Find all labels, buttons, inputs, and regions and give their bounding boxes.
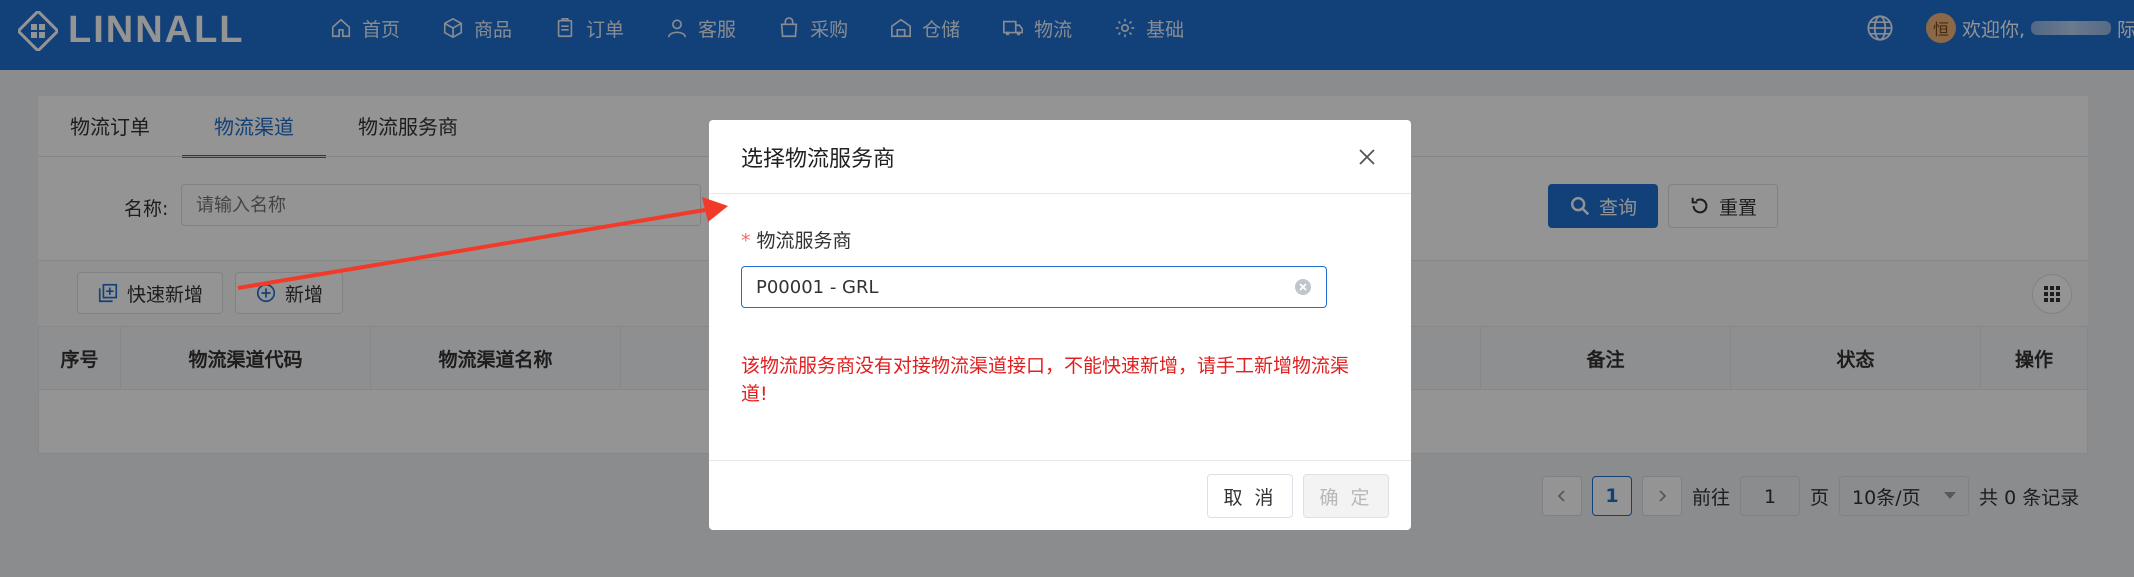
close-icon[interactable] (1355, 145, 1379, 169)
confirm-button[interactable]: 确 定 (1303, 474, 1389, 518)
provider-field-label: * 物流服务商 (741, 226, 852, 253)
clear-icon[interactable] (1294, 278, 1312, 296)
select-provider-dialog: 选择物流服务商 * 物流服务商 P00001 - GRL 该物流服务商没有对接物流… (709, 120, 1411, 530)
dialog-title: 选择物流服务商 (741, 146, 896, 172)
cancel-button[interactable]: 取 消 (1207, 474, 1293, 518)
provider-field-text: 物流服务商 (756, 230, 852, 252)
error-message: 该物流服务商没有对接物流渠道接口，不能快速新增，请手工新增物流渠道! (741, 355, 1350, 405)
required-mark: * (741, 230, 751, 252)
provider-select[interactable]: P00001 - GRL (741, 266, 1327, 308)
dialog-header: 选择物流服务商 (709, 120, 1411, 194)
provider-select-value: P00001 - GRL (756, 276, 879, 298)
